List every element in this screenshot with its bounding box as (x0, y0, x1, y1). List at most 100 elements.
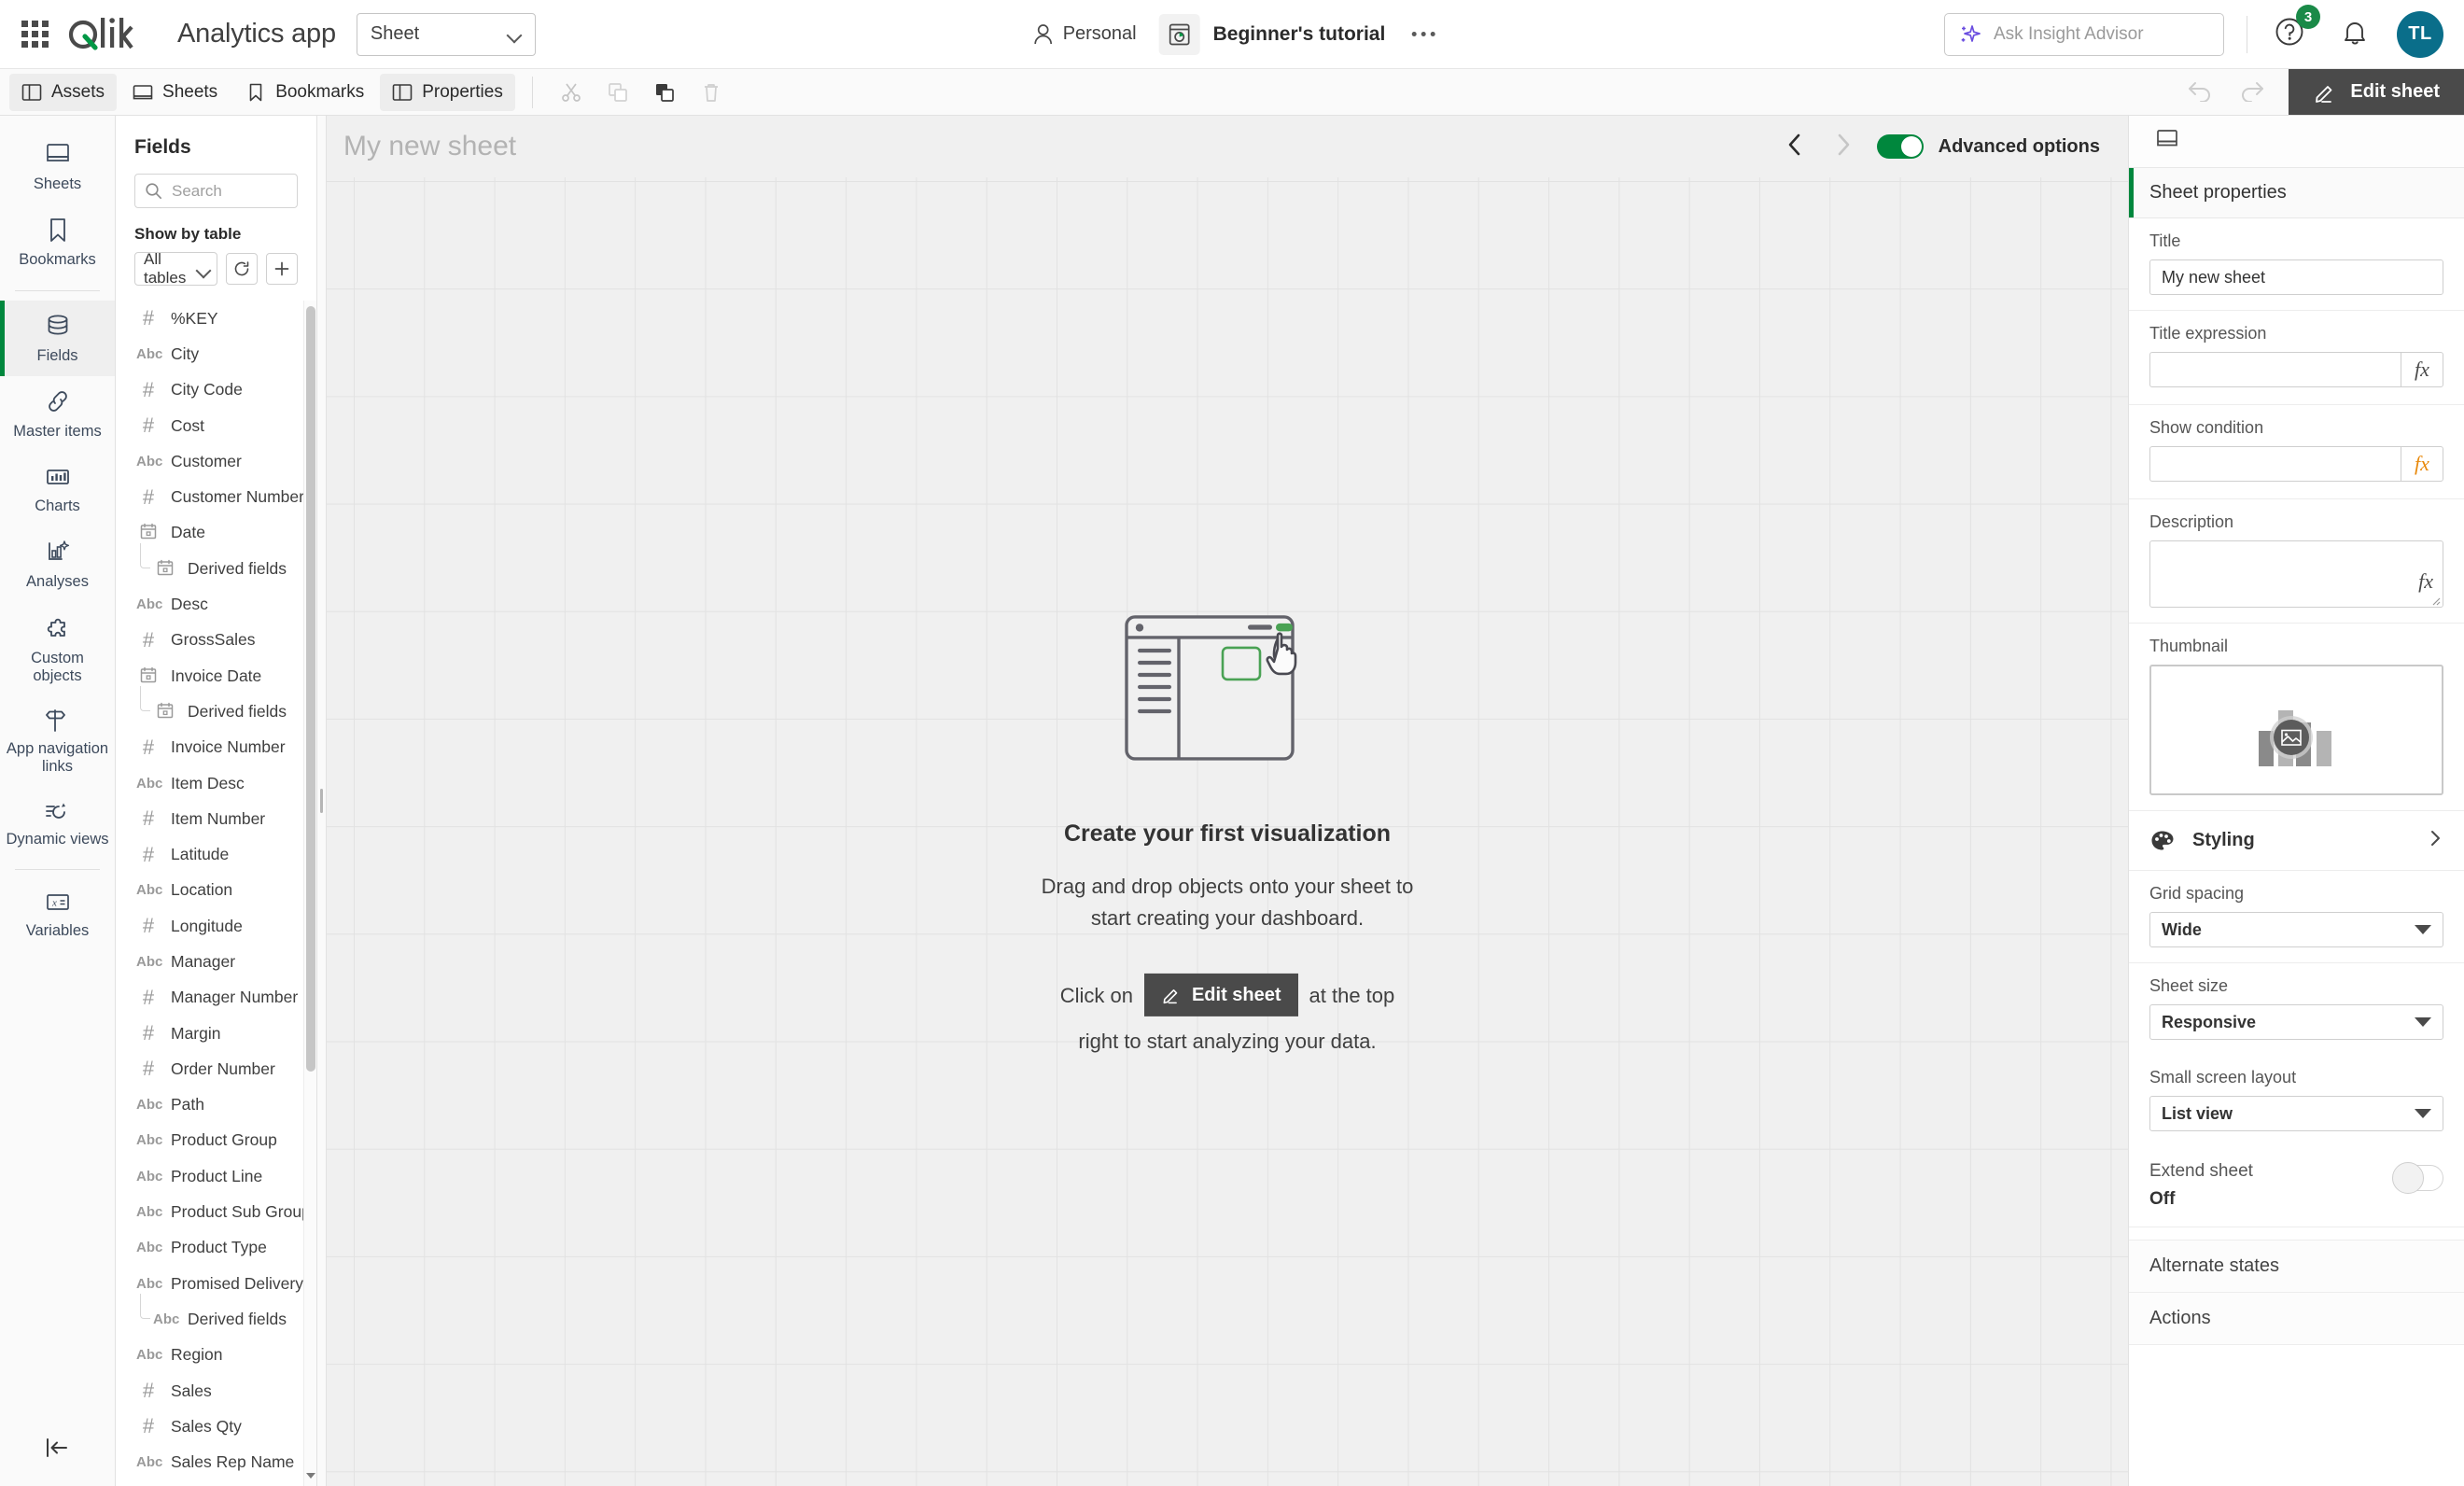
analyses-icon (48, 540, 69, 561)
rail-item-sheets[interactable]: Sheets (0, 129, 115, 204)
notifications-button[interactable] (2337, 13, 2373, 55)
small-screen-layout-select[interactable]: List view (2149, 1096, 2443, 1131)
help-button[interactable]: 3 (2270, 5, 2320, 56)
edit-sheet-button[interactable]: Edit sheet (2289, 69, 2464, 115)
description-fx-button[interactable]: fx (2418, 569, 2433, 594)
advanced-options-toggle[interactable] (1876, 134, 1924, 159)
field-row[interactable]: # Latitude (116, 836, 303, 872)
rail-item-dynamic-views[interactable]: Dynamic views (0, 788, 115, 860)
field-row[interactable]: # City Code (116, 372, 303, 408)
field-row[interactable]: Abc Product Sub Group (116, 1194, 311, 1229)
personal-space-button[interactable]: Personal (1024, 18, 1146, 51)
chevron-right-icon[interactable] (1819, 126, 1868, 168)
field-row[interactable]: # Customer Number (116, 479, 304, 514)
insight-advisor-input[interactable]: Ask Insight Advisor (1944, 12, 2224, 56)
thumbnail-picker[interactable] (2149, 665, 2443, 795)
qlik-logo[interactable] (67, 10, 161, 59)
rail-item-charts[interactable]: Charts (0, 453, 115, 526)
field-type-icon: Abc (153, 1311, 180, 1327)
rail-item-app-navigation-links[interactable]: App navigation links (0, 697, 115, 788)
tab-sheet-properties[interactable] (2149, 121, 2187, 161)
sheet-selector[interactable]: Sheet (356, 12, 536, 56)
copy-icon[interactable] (596, 74, 639, 111)
plus-icon[interactable] (266, 253, 298, 285)
link-icon (48, 391, 67, 413)
toolbar-assets-button[interactable]: Assets (9, 73, 118, 111)
scrollbar-thumb[interactable] (306, 306, 315, 1072)
rail-item-bookmarks[interactable]: Bookmarks (0, 204, 115, 280)
cut-icon[interactable] (550, 74, 593, 111)
paste-icon[interactable] (643, 74, 686, 111)
refresh-icon[interactable] (226, 253, 258, 285)
more-options-icon[interactable] (1406, 22, 1440, 46)
field-row[interactable]: # Sales (116, 1373, 303, 1409)
field-row[interactable]: Abc City (116, 336, 303, 372)
empty-state-edit-sheet-chip[interactable]: Edit sheet (1143, 974, 1298, 1017)
field-row[interactable]: # Cost (116, 408, 303, 443)
actions-row[interactable]: Actions (2129, 1293, 2464, 1345)
undo-icon[interactable] (2186, 77, 2218, 106)
field-row[interactable]: # GrossSales (116, 623, 303, 658)
chevron-left-icon[interactable] (1771, 126, 1819, 168)
rail-item-fields[interactable]: Fields (0, 300, 115, 377)
rail-item-analyses[interactable]: Analyses (0, 526, 115, 602)
toolbar-bookmarks-button[interactable]: Bookmarks (233, 74, 376, 111)
title-expression-fx-button[interactable]: fx (2401, 352, 2443, 387)
field-row[interactable]: Derived fields (116, 543, 303, 586)
small-screen-layout-group: Small screen layout List view (2129, 1055, 2464, 1146)
redo-icon[interactable] (2234, 77, 2266, 106)
field-row[interactable]: Abc Path (116, 1087, 303, 1123)
apps-grid-icon[interactable] (15, 15, 54, 54)
field-row[interactable]: # %KEY (116, 301, 303, 336)
show-condition-input[interactable] (2149, 446, 2401, 482)
title-expression-input[interactable] (2149, 352, 2401, 387)
field-row[interactable]: Derived fields (116, 686, 303, 729)
field-row[interactable]: Abc Product Line (116, 1158, 303, 1194)
toolbar-sheets-button[interactable]: Sheets (120, 74, 230, 111)
fields-scrollbar[interactable] (303, 301, 316, 1486)
scroll-down-arrow[interactable] (304, 1465, 316, 1486)
table-select[interactable]: All tables (134, 250, 217, 287)
caret-down-icon (2415, 1017, 2431, 1027)
styling-row[interactable]: Styling (2129, 811, 2464, 871)
sheet-properties-title: Sheet properties (2149, 182, 2287, 203)
alternate-states-row[interactable]: Alternate states (2129, 1241, 2464, 1293)
field-row[interactable]: Abc Product Type (116, 1230, 303, 1266)
field-row[interactable]: Abc Item Desc (116, 765, 303, 801)
description-textarea[interactable]: fx (2149, 540, 2443, 608)
field-row[interactable]: # Invoice Number (116, 730, 303, 765)
collapse-left-icon[interactable] (0, 1424, 115, 1471)
resize-grip-icon[interactable] (2429, 594, 2441, 606)
avatar[interactable]: TL (2397, 10, 2443, 58)
rail-item-variables[interactable]: x Variables (0, 879, 115, 951)
field-row[interactable]: # Order Number (116, 1051, 303, 1086)
field-row[interactable]: Abc Product Group (116, 1123, 303, 1158)
sheet-grid[interactable]: Create your first visualization Drag and… (327, 177, 2128, 1486)
field-row[interactable]: Abc Customer (116, 443, 303, 479)
title-input[interactable]: My new sheet (2149, 259, 2443, 295)
sheet-size-select[interactable]: Responsive (2149, 1004, 2443, 1040)
sheet-properties-section-header[interactable]: Sheet properties (2129, 168, 2464, 218)
rail-item-master-items[interactable]: Master items (0, 376, 115, 452)
field-row[interactable]: # Longitude (116, 908, 303, 944)
extend-sheet-toggle[interactable] (2392, 1162, 2443, 1194)
field-row[interactable]: Abc Region (116, 1338, 303, 1373)
space-chip[interactable]: Beginner's tutorial (1158, 13, 1385, 55)
show-condition-fx-button[interactable]: fx (2401, 446, 2443, 482)
field-row[interactable]: # Manager Number (116, 980, 303, 1016)
search-input[interactable]: Search (134, 174, 298, 208)
field-row[interactable]: # Margin (116, 1016, 303, 1051)
field-type-icon: Abc (136, 345, 163, 362)
field-row[interactable]: Abc Manager (116, 944, 303, 979)
field-row[interactable]: Abc Desc (116, 586, 303, 622)
rail-item-custom-objects[interactable]: Custom objects (0, 603, 115, 697)
field-row[interactable]: Abc Sales Rep Name (116, 1445, 303, 1480)
trash-icon[interactable] (690, 74, 733, 111)
toolbar-properties-button[interactable]: Properties (380, 73, 515, 111)
field-row[interactable]: Abc Derived fields (116, 1294, 303, 1337)
field-row[interactable]: # Item Number (116, 801, 303, 836)
grid-spacing-select[interactable]: Wide (2149, 912, 2443, 947)
panel-splitter[interactable] (317, 116, 327, 1486)
field-row[interactable]: # Sales Qty (116, 1409, 303, 1444)
field-row[interactable]: Abc Location (116, 873, 303, 908)
